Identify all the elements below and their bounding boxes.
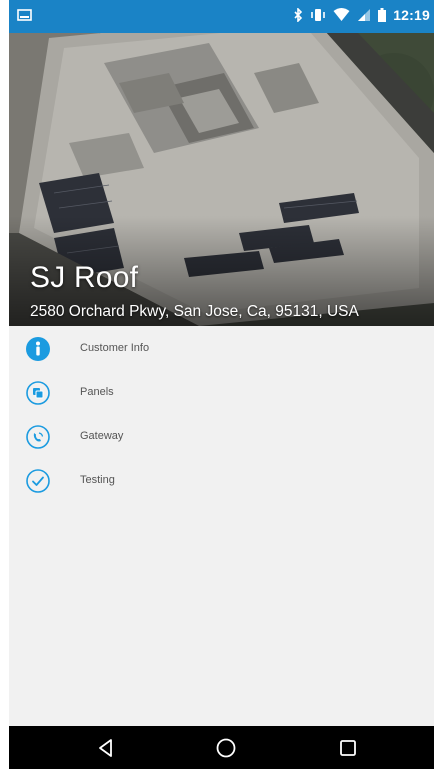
signal-icon [358,9,371,21]
menu-label: Panels [80,386,114,398]
info-icon [26,337,50,361]
menu-label: Testing [80,474,115,486]
wifi-icon [333,8,350,21]
site-title: SJ Roof [30,261,139,294]
bluetooth-icon [294,8,303,22]
home-icon[interactable] [215,737,237,759]
menu-item-testing[interactable]: Testing [9,458,434,502]
panels-icon [26,381,50,405]
recents-icon[interactable] [337,737,359,759]
image-icon [17,9,32,21]
menu-label: Gateway [80,430,124,442]
menu-label: Customer Info [80,342,150,354]
menu-item-customer-info[interactable]: Customer Info [9,326,434,370]
site-menu: Customer Info Panels Gateway Testing [9,326,434,502]
check-icon [26,469,50,493]
gateway-icon [26,425,50,449]
system-nav-bar [9,726,434,769]
back-icon[interactable] [95,737,117,759]
vibrate-icon [311,9,325,21]
menu-item-gateway[interactable]: Gateway [9,414,434,458]
status-time: 12:19 [393,7,430,23]
app-screen: 12:19 SJ Roof 2580 Orchard Pkwy, San Jos… [9,0,434,769]
status-bar: 12:19 [9,0,434,33]
site-header-image: SJ Roof 2580 Orchard Pkwy, San Jose, Ca,… [9,33,434,326]
battery-icon [378,8,387,22]
menu-item-panels[interactable]: Panels [9,370,434,414]
site-address: 2580 Orchard Pkwy, San Jose, Ca, 95131, … [30,303,359,320]
